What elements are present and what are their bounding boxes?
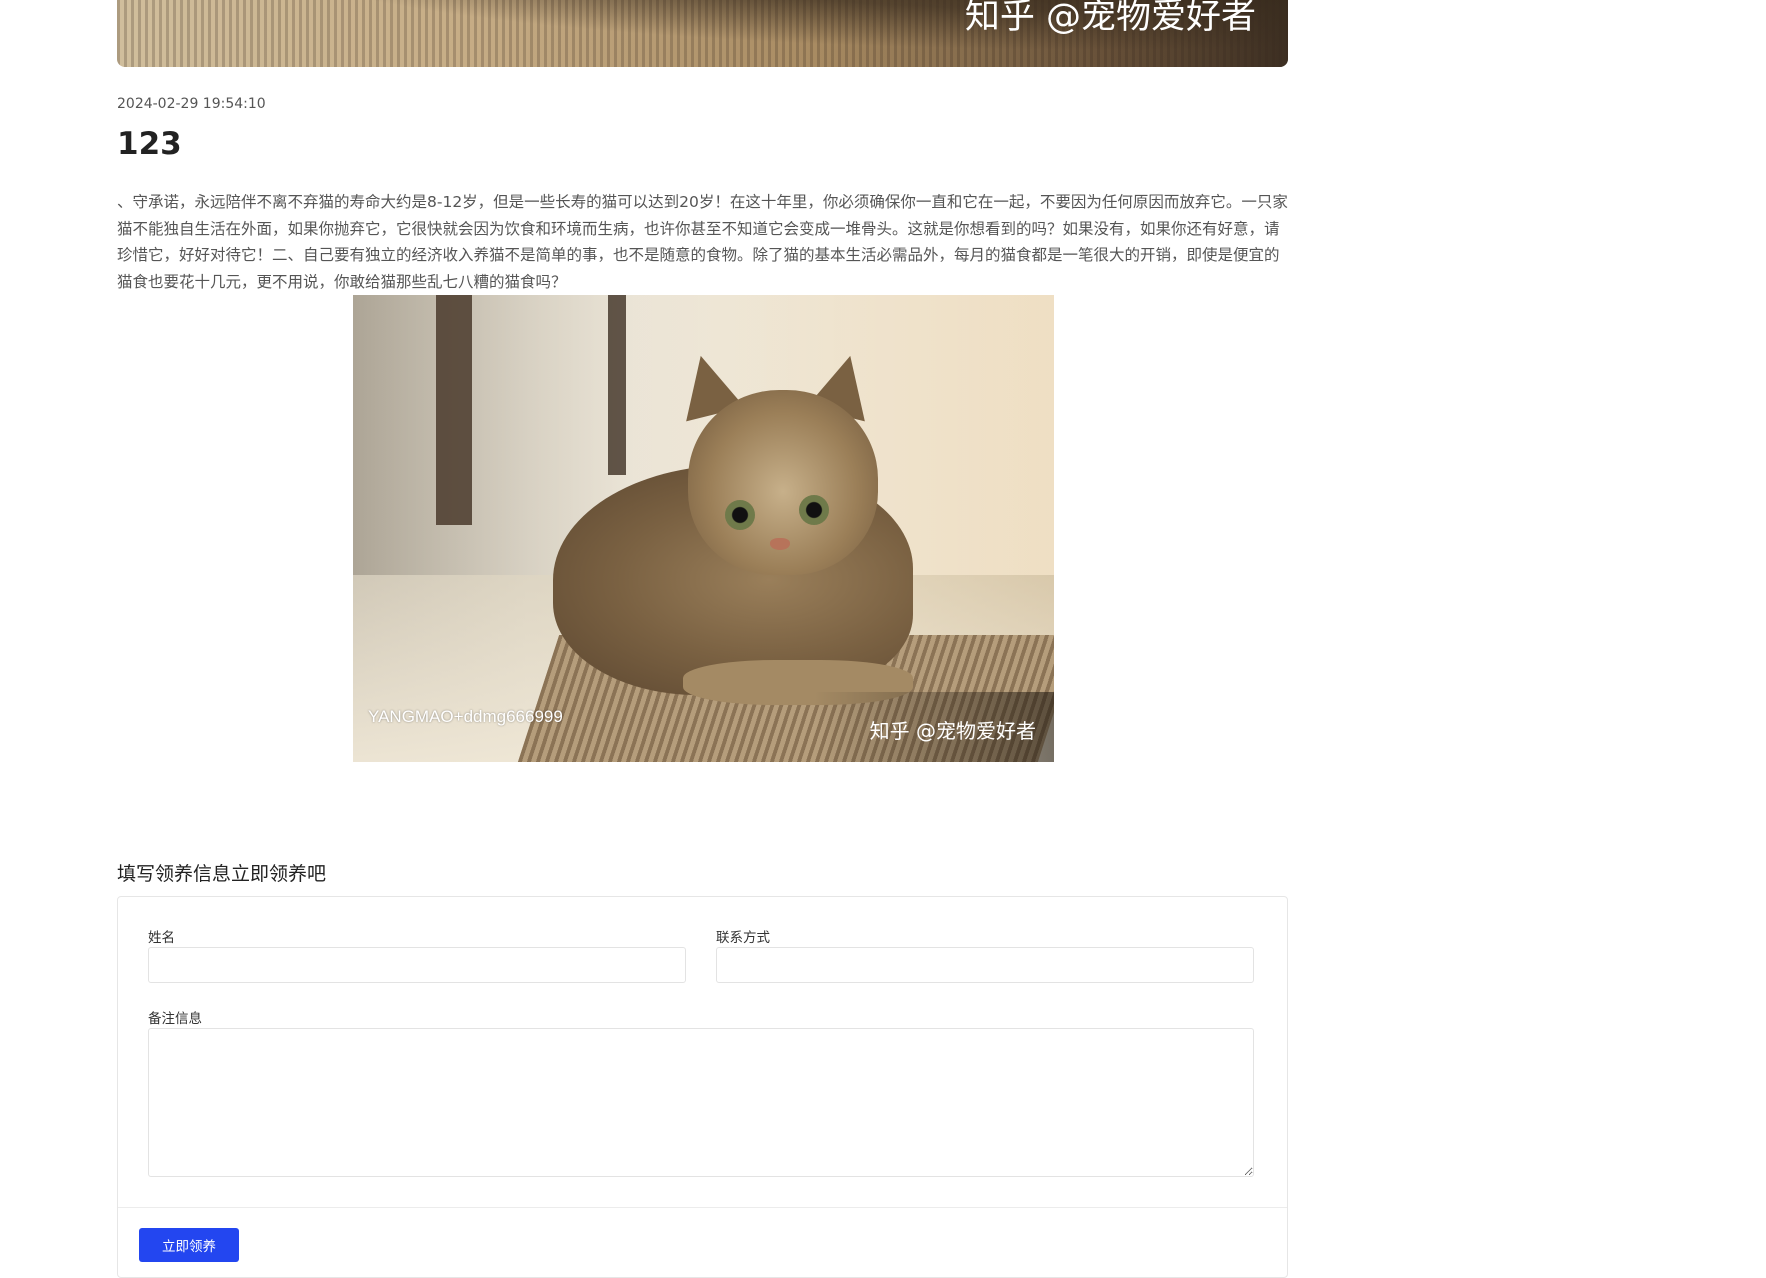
hero-image: 知乎 @宠物爱好者 (117, 0, 1288, 67)
name-input[interactable] (148, 947, 686, 983)
article-body: 、守承诺，永远陪伴不离不弃猫的寿命大约是8-12岁，但是一些长寿的猫可以达到20… (117, 193, 1288, 291)
article-title: 123 (117, 126, 182, 162)
form-heading: 填写领养信息立即领养吧 (117, 863, 327, 885)
cat-photo: YANGMAO+ddmg666999 知乎 @宠物爱好者 (353, 295, 1054, 762)
notes-label: 备注信息 (148, 1011, 202, 1027)
photo-watermark-right: 知乎 @宠物爱好者 (869, 719, 1036, 743)
contact-label: 联系方式 (716, 930, 770, 946)
name-label: 姓名 (148, 930, 175, 946)
article-date: 2024-02-29 19:54:10 (117, 96, 266, 112)
adopt-now-button[interactable]: 立即领养 (139, 1228, 239, 1262)
form-divider (118, 1207, 1287, 1208)
adoption-form: 姓名 联系方式 备注信息 立即领养 (117, 896, 1288, 1278)
notes-textarea[interactable] (148, 1028, 1254, 1177)
photo-watermark-left: YANGMAO+ddmg666999 (368, 707, 563, 726)
hero-watermark: 知乎 @宠物爱好者 (964, 0, 1256, 37)
contact-input[interactable] (716, 947, 1254, 983)
